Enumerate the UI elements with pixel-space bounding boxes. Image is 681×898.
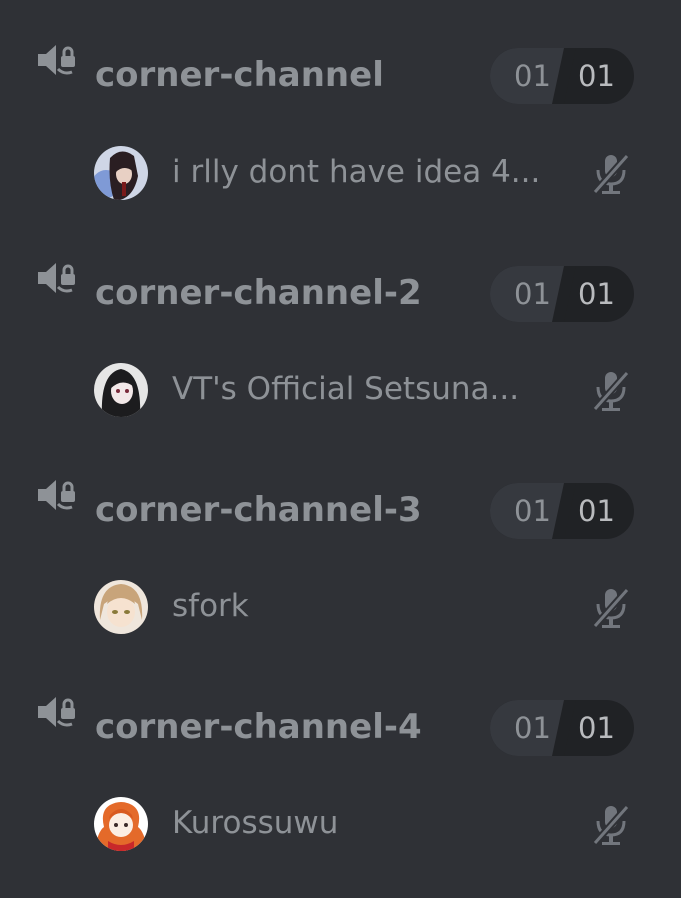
avatar (94, 797, 148, 851)
speaker-lock-icon (36, 260, 80, 296)
voice-user[interactable]: sfork (0, 580, 681, 640)
counter-current: 01 (514, 277, 551, 311)
voice-channel-list: corner-channel 01 01 i rlly dont have id… (0, 0, 681, 898)
channel-name: corner-channel-3 (95, 490, 422, 530)
channel-name: corner-channel (95, 55, 384, 95)
speaker-lock-icon (36, 42, 80, 78)
voice-user[interactable]: VT's Official Setsuna... (0, 363, 681, 423)
voice-user[interactable]: i rlly dont have idea 4... (0, 146, 681, 206)
user-limit-counter: 01 01 (490, 48, 634, 104)
speaker-lock-icon (36, 477, 80, 513)
user-limit-counter: 01 01 (490, 700, 634, 756)
counter-current: 01 (514, 711, 551, 745)
avatar (94, 146, 148, 200)
avatar (94, 580, 148, 634)
voice-user[interactable]: Kurossuwu (0, 797, 681, 857)
user-name: i rlly dont have idea 4... (172, 154, 541, 190)
user-limit-counter: 01 01 (490, 266, 634, 322)
avatar (94, 363, 148, 417)
channel-name: corner-channel-4 (95, 707, 422, 747)
counter-limit: 01 (578, 494, 615, 528)
voice-channel-corner-channel-2[interactable]: corner-channel-2 01 01 (0, 218, 681, 322)
counter-limit: 01 (578, 59, 615, 93)
microphone-muted-icon (591, 152, 631, 196)
voice-channel-corner-channel-3[interactable]: corner-channel-3 01 01 (0, 435, 681, 539)
user-name: Kurossuwu (172, 805, 339, 841)
counter-current: 01 (514, 59, 551, 93)
user-limit-counter: 01 01 (490, 483, 634, 539)
user-name: VT's Official Setsuna... (172, 371, 520, 407)
microphone-muted-icon (591, 586, 631, 630)
microphone-muted-icon (591, 369, 631, 413)
voice-channel-corner-channel[interactable]: corner-channel 01 01 (0, 0, 681, 104)
counter-limit: 01 (578, 711, 615, 745)
counter-limit: 01 (578, 277, 615, 311)
counter-current: 01 (514, 494, 551, 528)
voice-channel-corner-channel-4[interactable]: corner-channel-4 01 01 (0, 652, 681, 756)
speaker-lock-icon (36, 694, 80, 730)
channel-name: corner-channel-2 (95, 273, 422, 313)
user-name: sfork (172, 588, 249, 624)
microphone-muted-icon (591, 803, 631, 847)
